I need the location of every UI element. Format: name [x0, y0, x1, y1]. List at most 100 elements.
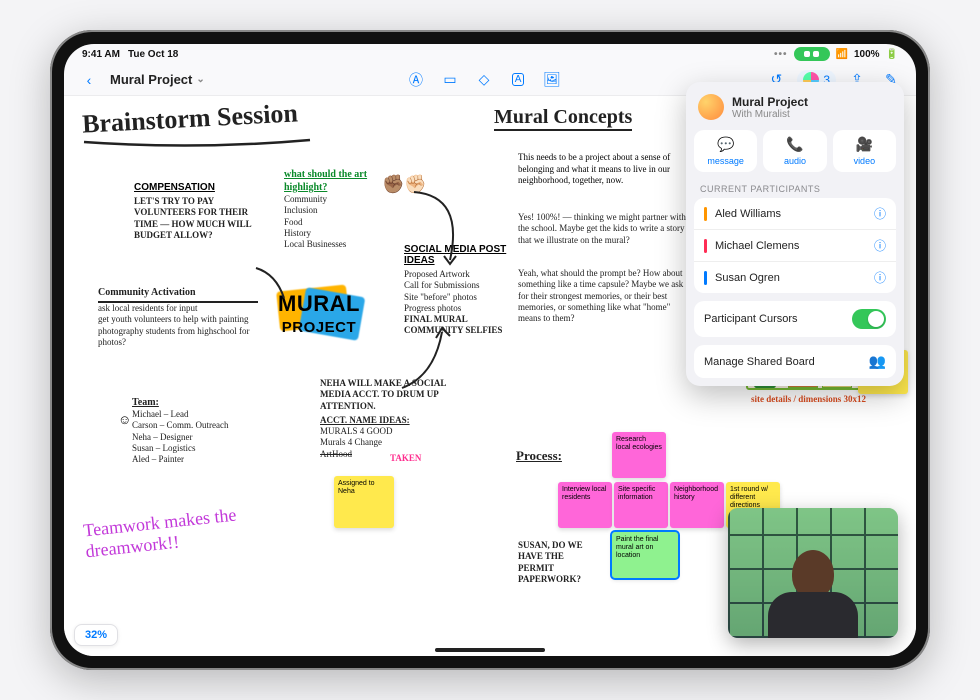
status-bar: 9:41 AM Tue Oct 18 ••• 📶 100% 🔋: [64, 44, 916, 64]
phone-icon: 📞: [786, 136, 803, 153]
sticky-history[interactable]: Neighborhood history: [670, 482, 724, 528]
cursors-label: Participant Cursors: [704, 313, 798, 325]
btn-label: message: [707, 156, 744, 166]
video-icon: 🎥: [856, 136, 873, 153]
compensation-body: LET'S TRY TO PAY VOLUNTEERS FOR THEIR TI…: [134, 196, 264, 241]
collaboration-popover: Mural Project With Muralist 💬 message 📞 au…: [686, 82, 904, 386]
sticky-tool-button[interactable]: ▭: [437, 67, 463, 93]
participants-list: Aled Williams ⓘ Michael Clemens ⓘ Susan …: [694, 198, 896, 293]
concepts-reply: Yes! 100%! — thinking we might partner w…: [518, 212, 688, 246]
audio-button[interactable]: 📞 audio: [763, 130, 826, 172]
social-item: Progress photos: [404, 303, 534, 314]
participant-color: [704, 207, 707, 221]
home-indicator[interactable]: [435, 648, 545, 652]
info-icon[interactable]: ⓘ: [874, 269, 886, 286]
heading-brainstorm: Brainstorm Session: [81, 98, 298, 139]
popover-title: Mural Project: [732, 95, 808, 109]
battery-icon: 🔋: [886, 49, 898, 60]
logo-line1: MURAL: [278, 291, 360, 316]
status-time: 9:41 AM: [82, 49, 120, 60]
acct-item: MURALS 4 GOOD: [320, 426, 470, 437]
team-item: Susan – Logistics: [132, 443, 292, 454]
textbox-tool-button[interactable]: A: [505, 67, 531, 93]
battery-text: 100%: [854, 49, 880, 60]
acct-line1: NEHA WILL MAKE A SOCIAL MEDIA ACCT. TO D…: [320, 378, 470, 412]
message-icon: 💬: [717, 136, 734, 153]
team-item: Michael – Lead: [132, 409, 292, 420]
activation-title: Community Activation: [98, 286, 258, 303]
sticky-assigned[interactable]: Assigned to Neha: [334, 476, 394, 528]
chevron-down-icon: ⌄: [196, 74, 204, 85]
document-title-text: Mural Project: [110, 72, 192, 87]
cursors-toggle[interactable]: [852, 309, 886, 329]
info-icon[interactable]: ⓘ: [874, 237, 886, 254]
team-item: Aled – Painter: [132, 454, 292, 465]
compensation-block: COMPENSATION LET'S TRY TO PAY VOLUNTEERS…: [134, 182, 264, 241]
acct-taken: TAKEN: [390, 453, 421, 464]
social-item: Site "before" photos: [404, 292, 534, 303]
highlight-item: Food: [284, 217, 404, 228]
participant-color: [704, 271, 707, 285]
btn-label: video: [854, 156, 876, 166]
info-icon[interactable]: ⓘ: [874, 205, 886, 222]
activation-item: photography students from highschool for…: [98, 326, 258, 349]
back-button[interactable]: ‹: [76, 67, 102, 93]
acct-line2: ACCT. NAME IDEAS:: [320, 415, 470, 426]
activation-item: get youth volunteers to help with painti…: [98, 314, 258, 325]
manage-label: Manage Shared Board: [704, 356, 815, 368]
video-button[interactable]: 🎥 video: [833, 130, 896, 172]
concepts-intro: This needs to be a project about a sense…: [518, 152, 688, 187]
sticky-research[interactable]: Research local ecologies: [612, 432, 666, 478]
sticky-text: Paint the final mural art on location: [616, 536, 658, 559]
wifi-icon: 📶: [836, 49, 848, 60]
sticky-text: Assigned to Neha: [338, 480, 375, 495]
highlight-item: Inclusion: [284, 205, 404, 216]
social-item: COMMUNITY SELFIES: [404, 325, 534, 336]
recording-indicator-pill[interactable]: [794, 47, 830, 61]
sticky-siteinfo[interactable]: Site specific information: [614, 482, 668, 528]
activation-item: ask local residents for input: [98, 303, 258, 314]
manage-shared-row[interactable]: Manage Shared Board 👥: [694, 345, 896, 378]
team-item: Carson – Comm. Outreach: [132, 420, 292, 431]
participant-color: [704, 239, 707, 253]
activation-block: Community Activation ask local residents…: [98, 286, 258, 348]
participant-cursors-row[interactable]: Participant Cursors: [694, 301, 896, 337]
btn-label: audio: [784, 156, 806, 166]
sticky-final[interactable]: Paint the final mural art on location: [612, 532, 678, 578]
popover-subtitle: With Muralist: [732, 109, 808, 120]
site-note: site details / dimensions 30x12: [751, 394, 866, 405]
sticky-text: 1st round w/ different directions: [730, 486, 768, 509]
social-item: FINAL MURAL: [404, 314, 534, 325]
pip-person: [768, 538, 858, 638]
media-tool-button[interactable]: 🖼: [539, 67, 565, 93]
participant-row[interactable]: Susan Ogren ⓘ: [694, 262, 896, 293]
sticky-interview[interactable]: Interview local residents: [558, 482, 612, 528]
document-title[interactable]: Mural Project ⌄: [110, 72, 205, 87]
highlight-item: Local Businesses: [284, 239, 404, 250]
zoom-text: 32%: [85, 629, 107, 641]
shape-tool-button[interactable]: ◇: [471, 67, 497, 93]
process-title: Process:: [516, 448, 562, 464]
participant-name: Aled Williams: [715, 208, 781, 220]
team-title: Team:: [132, 396, 292, 409]
message-button[interactable]: 💬 message: [694, 130, 757, 172]
status-date: Tue Oct 18: [128, 49, 178, 60]
sticky-text: Research local ecologies: [616, 436, 662, 451]
participants-section-label: CURRENT PARTICIPANTS: [694, 180, 896, 198]
ipad-frame: 9:41 AM Tue Oct 18 ••• 📶 100% 🔋 ‹ Mural …: [50, 30, 930, 670]
social-title: SOCIAL MEDIA POST IDEAS: [404, 244, 534, 266]
team-item: Neha – Designer: [132, 432, 292, 443]
text-tool-button[interactable]: Ⓐ: [403, 67, 429, 93]
teamwork-quote: Teamwork makes the dreamwork!!: [82, 500, 285, 563]
ellipsis-icon[interactable]: •••: [774, 49, 788, 60]
smiley-icon: ☺: [118, 412, 131, 427]
participant-row[interactable]: Michael Clemens ⓘ: [694, 230, 896, 262]
participant-row[interactable]: Aled Williams ⓘ: [694, 198, 896, 230]
sticky-text: Site specific information: [618, 486, 655, 501]
screen: 9:41 AM Tue Oct 18 ••• 📶 100% 🔋 ‹ Mural …: [64, 44, 916, 656]
logo-line2: PROJECT: [282, 319, 356, 336]
facetime-pip[interactable]: [728, 508, 898, 638]
participant-name: Michael Clemens: [715, 240, 799, 252]
zoom-level[interactable]: 32%: [74, 624, 118, 646]
compensation-title: COMPENSATION: [134, 182, 264, 193]
